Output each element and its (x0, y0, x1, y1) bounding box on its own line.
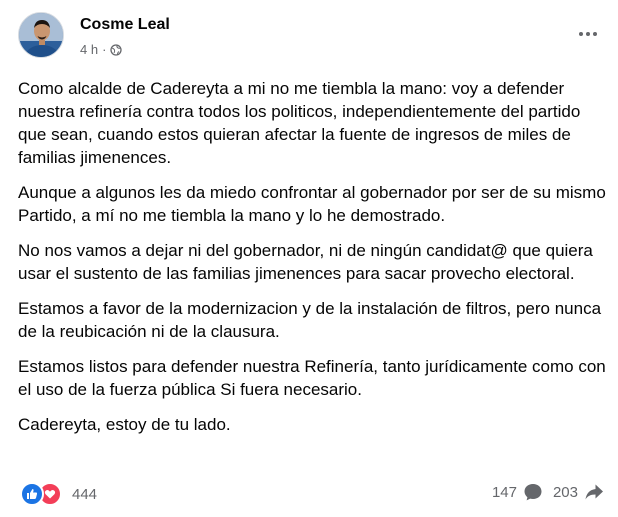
post-paragraph: Estamos listos para defender nuestra Ref… (18, 357, 606, 399)
author-name[interactable]: Cosme Leal (80, 16, 170, 34)
meta-separator: · (102, 42, 107, 57)
reactions-summary[interactable]: 444 (20, 482, 97, 506)
post-time[interactable]: 4 h (80, 42, 98, 57)
more-dot (593, 32, 597, 36)
author-avatar[interactable] (18, 12, 64, 58)
post-footer: 444 147 203 (18, 482, 608, 506)
comments-count: 147 (491, 483, 517, 501)
post-meta: 4 h · (80, 42, 123, 57)
heart-icon (44, 489, 56, 499)
like-reaction-icon (20, 482, 44, 506)
globe-icon[interactable] (110, 43, 123, 56)
post-content: Como alcalde de Cadereyta a mi no me tie… (18, 77, 608, 448)
post-paragraph: Cadereyta, estoy de tu lado. (18, 415, 231, 434)
avatar-image (19, 13, 63, 57)
post-paragraph: Aunque a algunos les da miedo confrontar… (18, 183, 606, 225)
post-paragraph: Estamos a favor de la modernizacion y de… (18, 299, 602, 341)
comment-icon (524, 484, 542, 501)
more-dot (579, 32, 583, 36)
post-paragraph: No nos vamos a dejar ni del gobernador, … (18, 241, 593, 283)
post-paragraph: Como alcalde de Cadereyta a mi no me tie… (18, 79, 581, 167)
comments-stat[interactable]: 147 (492, 482, 543, 502)
shares-stat[interactable]: 203 (553, 482, 604, 502)
reactions-count: 444 (72, 485, 98, 503)
post-header: Cosme Leal 4 h · (18, 12, 608, 62)
facebook-post: Cosme Leal 4 h · Como alcalde de Caderey… (0, 0, 618, 517)
share-icon (585, 484, 603, 500)
shares-count: 203 (552, 483, 578, 501)
more-dot (586, 32, 590, 36)
engagement-stats: 147 203 (492, 482, 604, 502)
more-options-button[interactable] (574, 20, 602, 48)
thumbs-up-icon (27, 489, 38, 499)
